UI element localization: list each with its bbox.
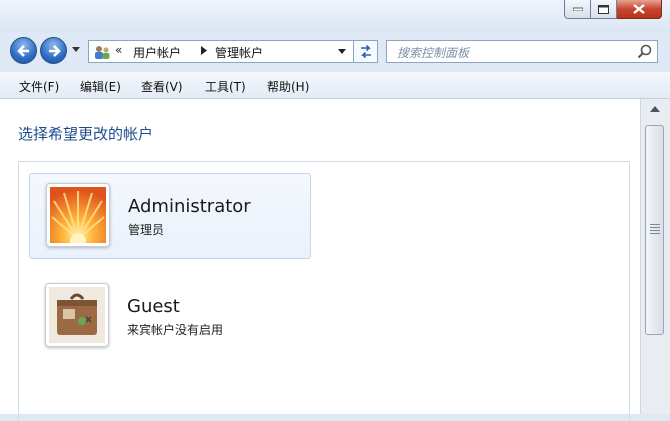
users-icon xyxy=(95,46,110,59)
recent-pages-dropdown[interactable] xyxy=(72,47,80,53)
menu-edit[interactable]: 编辑(E) xyxy=(80,78,121,95)
menu-help[interactable]: 帮助(H) xyxy=(267,78,309,95)
account-picture xyxy=(46,183,110,247)
arrow-right-icon xyxy=(49,45,61,57)
menu-tools[interactable]: 工具(T) xyxy=(205,78,246,95)
close-button[interactable] xyxy=(617,0,662,19)
search-box[interactable]: 搜索控制面板 xyxy=(386,40,658,63)
account-administrator[interactable]: Administrator 管理员 xyxy=(29,173,311,259)
breadcrumb-overflow[interactable]: « xyxy=(115,43,122,57)
arrow-left-icon xyxy=(17,45,29,57)
breadcrumb-user-accounts[interactable]: 用户帐户 xyxy=(133,44,181,61)
address-bar[interactable]: « 用户帐户 管理帐户 xyxy=(88,40,378,63)
minimize-button[interactable] xyxy=(564,0,591,19)
account-picture xyxy=(45,283,109,347)
thumb-grip-icon xyxy=(650,224,660,236)
refresh-icon xyxy=(361,44,371,59)
minimize-icon xyxy=(572,7,583,11)
scroll-up-icon[interactable] xyxy=(650,106,660,112)
breadcrumb-separator-icon[interactable] xyxy=(201,46,207,55)
close-icon xyxy=(633,4,645,14)
breadcrumb-manage-accounts[interactable]: 管理帐户 xyxy=(215,44,263,61)
account-list: Administrator 管理员 Guest 来宾帐户没有启用 xyxy=(18,161,630,421)
back-button[interactable] xyxy=(10,37,37,64)
forward-button[interactable] xyxy=(40,37,67,64)
flower-avatar-icon xyxy=(50,187,106,243)
vertical-scrollbar[interactable] xyxy=(640,99,670,414)
account-name: Administrator xyxy=(128,196,251,217)
menu-file[interactable]: 文件(F) xyxy=(19,78,59,95)
navigation-bar: « 用户帐户 管理帐户 搜索控制面板 xyxy=(0,34,670,68)
window-controls xyxy=(564,0,662,19)
maximize-icon xyxy=(598,4,609,14)
account-guest[interactable]: Guest 来宾帐户没有启用 xyxy=(29,274,311,360)
suitcase-avatar-icon xyxy=(49,287,105,343)
menu-bar: 文件(F) 编辑(E) 查看(V) 工具(T) 帮助(H) xyxy=(0,72,670,99)
account-role: 来宾帐户没有启用 xyxy=(127,323,224,337)
page-title: 选择希望更改的帐户 xyxy=(18,125,154,143)
maximize-button[interactable] xyxy=(591,0,617,19)
search-placeholder: 搜索控制面板 xyxy=(397,46,470,60)
menu-view[interactable]: 查看(V) xyxy=(141,78,183,95)
account-name: Guest xyxy=(127,296,180,317)
scroll-thumb[interactable] xyxy=(645,125,664,335)
content-pane: 选择希望更改的帐户 Administrator 管理员 Guest 来宾帐户没有… xyxy=(0,99,640,421)
refresh-button[interactable] xyxy=(353,40,378,63)
title-bar xyxy=(0,0,670,32)
account-role: 管理员 xyxy=(128,223,165,237)
search-icon[interactable] xyxy=(637,44,652,59)
address-dropdown-icon[interactable] xyxy=(338,49,346,55)
